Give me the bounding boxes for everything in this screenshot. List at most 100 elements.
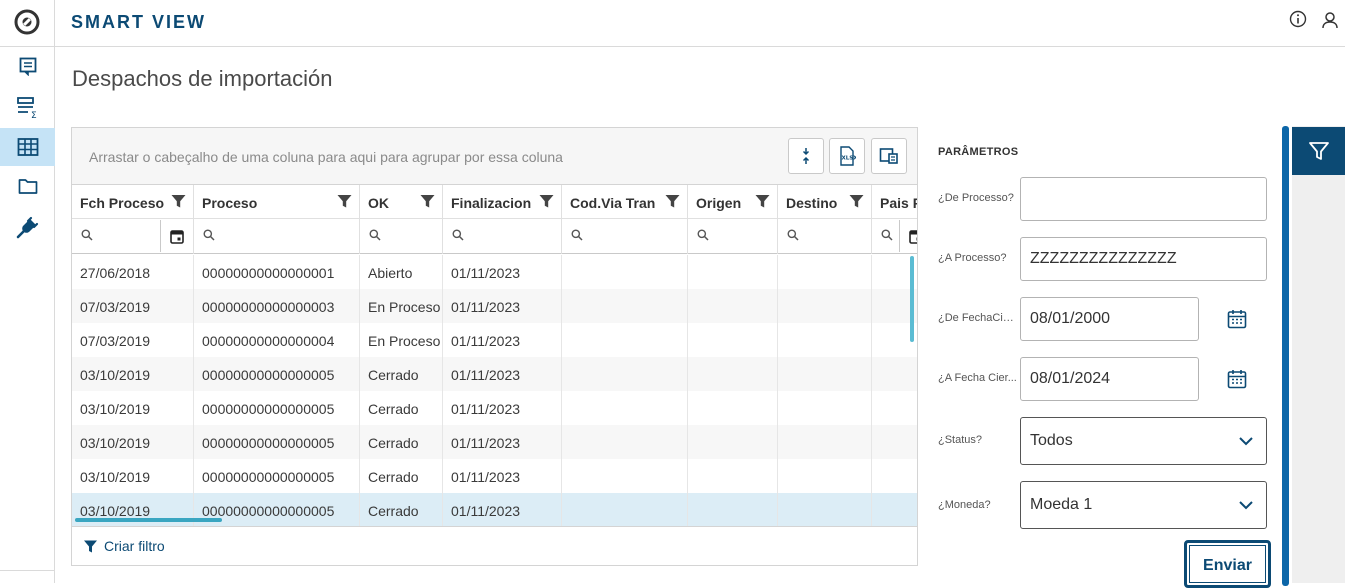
- param-label-to-process: ¿A Processo?: [938, 252, 1007, 264]
- param-label-to-date: ¿A Fecha Cier...: [938, 372, 1017, 384]
- table-cell: 00000000000000005: [194, 391, 360, 425]
- table-cell: Cerrado: [360, 391, 443, 425]
- table-cell: 01/11/2023: [443, 357, 562, 391]
- column-filter-input[interactable]: [72, 219, 194, 254]
- column-header[interactable]: Finalizacion: [443, 185, 562, 219]
- filter-panel-toggle[interactable]: [1292, 127, 1345, 175]
- table-cell: [778, 391, 872, 425]
- column-header[interactable]: OK: [360, 185, 443, 219]
- table-cell: 01/11/2023: [443, 425, 562, 459]
- table-cell: 00000000000000005: [194, 425, 360, 459]
- param-label-status: ¿Status?: [938, 434, 983, 446]
- table-row[interactable]: 03/10/2019 00000000000000005 Cerrado 01/11/…: [72, 459, 917, 493]
- search-icon: [881, 229, 893, 241]
- column-filter-input[interactable]: [194, 219, 360, 254]
- currency-select-value: Moeda 1: [1030, 496, 1093, 513]
- table-cell: Abierto: [360, 255, 443, 289]
- table-cell: 01/11/2023: [443, 323, 562, 357]
- from-date-input[interactable]: 08/01/2000: [1020, 297, 1199, 341]
- table-cell: 01/11/2023: [443, 391, 562, 425]
- table-row[interactable]: 07/03/2019 00000000000000003 En Proceso 01/…: [72, 289, 917, 323]
- column-filter-input[interactable]: [688, 219, 778, 254]
- create-filter-link[interactable]: Criar filtro: [83, 538, 165, 554]
- status-select[interactable]: Todos: [1020, 417, 1267, 465]
- table-cell: 01/11/2023: [443, 493, 562, 527]
- funnel-icon[interactable]: [539, 194, 554, 209]
- export-xlsx-button[interactable]: XLSX: [829, 138, 865, 174]
- column-header[interactable]: Pais P: [872, 185, 917, 219]
- funnel-icon[interactable]: [337, 194, 352, 209]
- column-filter-input[interactable]: [778, 219, 872, 254]
- search-icon: [452, 229, 464, 241]
- column-header[interactable]: Destino: [778, 185, 872, 219]
- table-cell: 01/11/2023: [443, 289, 562, 323]
- date-picker-button[interactable]: [160, 220, 193, 252]
- column-filter-input[interactable]: [562, 219, 688, 254]
- table-row[interactable]: 07/03/2019 00000000000000004 En Proceso 01/…: [72, 323, 917, 357]
- table-cell: [688, 391, 778, 425]
- row-height-button[interactable]: [788, 138, 824, 174]
- to-process-input[interactable]: ZZZZZZZZZZZZZZZ: [1020, 237, 1267, 281]
- chevron-down-icon: [1239, 437, 1253, 446]
- rail-item-folder[interactable]: [0, 167, 55, 205]
- rail-item-reports[interactable]: [0, 47, 55, 85]
- column-header-label: Proceso: [202, 195, 258, 211]
- params-title: PARÂMETROS: [938, 146, 1019, 158]
- vertical-scrollbar[interactable]: [910, 256, 914, 342]
- column-filter-input[interactable]: [443, 219, 917, 254]
- info-icon[interactable]: [1289, 10, 1307, 28]
- table-cell: Cerrado: [360, 493, 443, 527]
- column-header-label: Destino: [786, 195, 838, 211]
- folder-icon: [18, 179, 37, 194]
- to-date-input[interactable]: 08/01/2024: [1020, 357, 1199, 401]
- from-process-input[interactable]: [1020, 177, 1267, 221]
- send-button[interactable]: Enviar: [1184, 540, 1271, 588]
- table-cell: 00000000000000004: [194, 323, 360, 357]
- table-cell: [688, 425, 778, 459]
- funnel-icon[interactable]: [849, 194, 864, 209]
- column-header[interactable]: Proceso: [194, 185, 360, 219]
- column-header[interactable]: Origen: [688, 185, 778, 219]
- columns-button[interactable]: [871, 138, 907, 174]
- table-row[interactable]: 03/10/2019 00000000000000005 Cerrado 01/11/…: [72, 357, 917, 391]
- table-cell: [778, 289, 872, 323]
- vertical-arrows-icon: [802, 148, 810, 164]
- table-row[interactable]: 27/06/2018 00000000000000001 Abierto 01/11/…: [72, 255, 917, 289]
- table-cell: 03/10/2019: [72, 357, 194, 391]
- table-cell: 03/10/2019: [72, 459, 194, 493]
- table-cell: [778, 459, 872, 493]
- table-cell: [872, 391, 917, 425]
- column-header[interactable]: Cod.Via Tran: [562, 185, 688, 219]
- funnel-icon[interactable]: [420, 194, 435, 209]
- column-filter-input[interactable]: [872, 219, 917, 254]
- currency-select[interactable]: Moeda 1: [1020, 481, 1267, 529]
- group-by-panel[interactable]: Arrastar o cabeçalho de uma coluna para …: [72, 128, 917, 185]
- column-filter-input[interactable]: [360, 219, 443, 254]
- table-cell: [562, 289, 688, 323]
- table-cell: [688, 323, 778, 357]
- app-logo-icon: [14, 9, 40, 35]
- user-icon[interactable]: [1321, 11, 1339, 29]
- rail-item-table[interactable]: [0, 128, 55, 166]
- table-row[interactable]: 03/10/2019 00000000000000005 Cerrado 01/11/…: [72, 391, 917, 425]
- rail-divider-bottom: [0, 570, 55, 571]
- horizontal-scrollbar[interactable]: [75, 518, 222, 522]
- send-button-label: Enviar: [1203, 557, 1252, 574]
- table-cell: 00000000000000005: [194, 357, 360, 391]
- column-header[interactable]: Fch Proceso: [72, 185, 194, 219]
- table-cell: [778, 493, 872, 527]
- table-cell: 07/03/2019: [72, 289, 194, 323]
- calendar-icon[interactable]: [1227, 309, 1247, 329]
- calendar-icon[interactable]: [1227, 369, 1247, 389]
- table-row[interactable]: 03/10/2019 00000000000000005 Cerrado 01/11/…: [72, 425, 917, 459]
- panel-scrollbar[interactable]: [1282, 126, 1289, 586]
- search-icon: [81, 229, 93, 241]
- calendar-icon: [170, 229, 184, 244]
- funnel-icon[interactable]: [171, 194, 186, 209]
- rail-item-plugin[interactable]: [0, 208, 55, 246]
- funnel-icon[interactable]: [755, 194, 770, 209]
- table-cell: 03/10/2019: [72, 425, 194, 459]
- xlsx-file-icon: XLSX: [840, 146, 856, 166]
- funnel-icon[interactable]: [665, 194, 680, 209]
- rail-item-summary[interactable]: Σ: [0, 88, 55, 126]
